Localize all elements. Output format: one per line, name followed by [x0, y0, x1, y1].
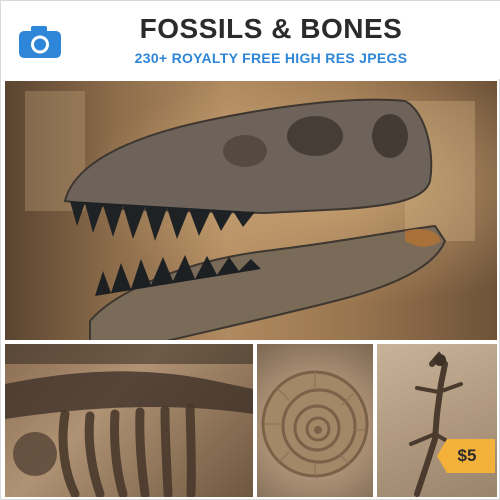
product-card: FOSSILS & BONES 230+ ROYALTY FREE HIGH R…: [0, 0, 500, 500]
price-label[interactable]: $5: [447, 446, 487, 466]
page-subtitle: 230+ ROYALTY FREE HIGH RES JPEGS: [134, 50, 408, 66]
lizard-fossil-image: [377, 344, 497, 497]
trex-skull-image: [5, 81, 497, 340]
ammonite-fossil-image: [257, 344, 373, 497]
card-header: FOSSILS & BONES 230+ ROYALTY FREE HIGH R…: [1, 1, 500, 79]
page-title: FOSSILS & BONES: [139, 13, 403, 44]
skeleton-fossil-image: [5, 344, 253, 497]
